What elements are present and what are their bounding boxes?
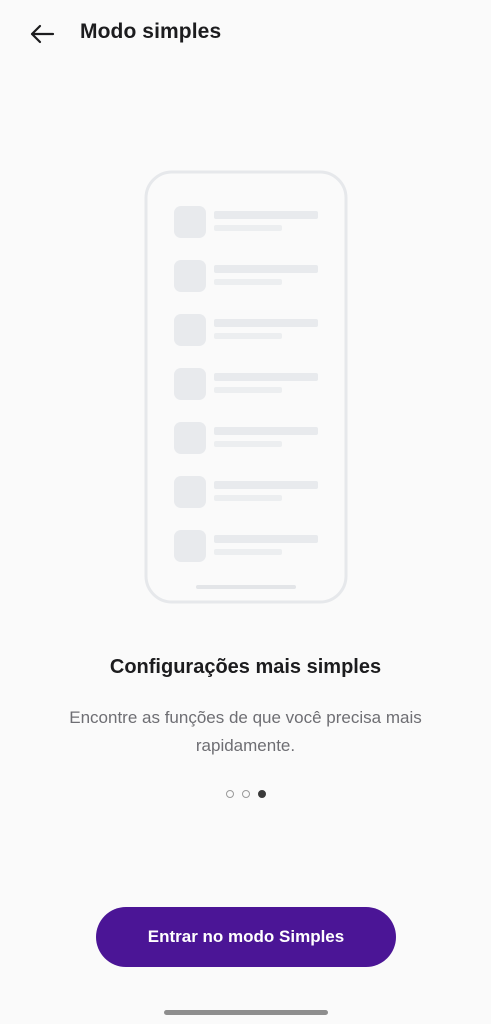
top-bar: Modo simples [0,0,491,66]
phone-list-illustration [144,170,348,604]
page-dot [225,790,234,798]
enter-simple-mode-button[interactable]: Entrar no modo Simples [96,907,396,967]
back-button[interactable] [20,14,64,54]
page-dot [241,790,250,798]
page-title: Modo simples [80,20,222,43]
section-description: Encontre as funções de que você precisa … [69,708,422,755]
section-heading: Configurações mais simples [109,656,382,678]
page-dot-active [257,790,266,798]
arrow-left-icon [30,24,55,44]
page-indicator [0,790,491,798]
home-indicator[interactable] [164,1010,328,1015]
